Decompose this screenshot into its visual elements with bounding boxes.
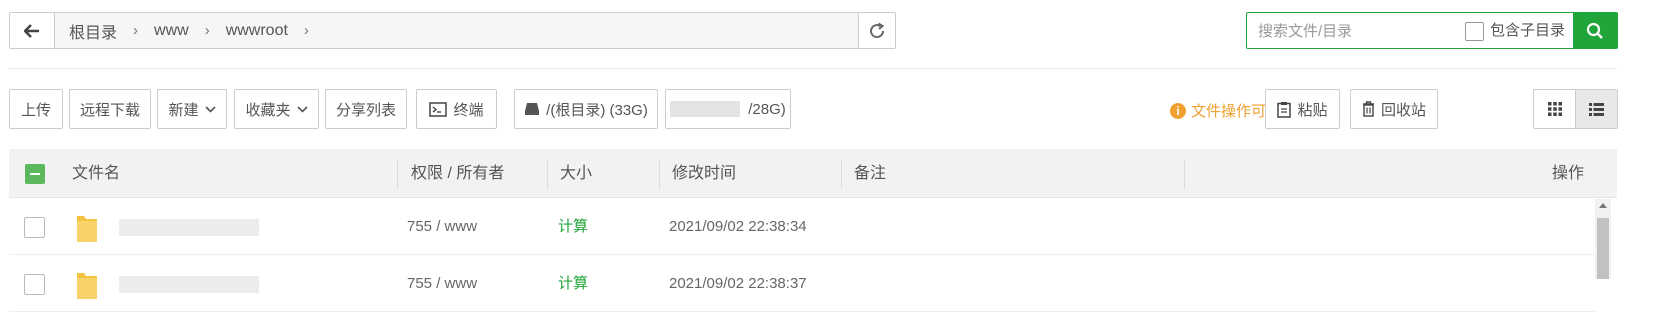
breadcrumb: 根目录 › www › wwwroot ›	[65, 13, 321, 48]
row-permission[interactable]: 755 / www	[407, 199, 477, 255]
column-divider	[547, 159, 548, 189]
disk-2-label: /28G)	[748, 100, 786, 118]
include-subdir-label: 包含子目录	[1490, 22, 1566, 39]
table-row[interactable]: 755 / www 计算 2021/09/02 22:38:34	[9, 199, 1595, 255]
column-divider	[397, 159, 398, 189]
row-modified: 2021/09/02 22:38:37	[669, 275, 807, 292]
trash-icon	[1362, 101, 1374, 117]
recycle-label: 回收站	[1380, 101, 1426, 119]
info-icon: i	[1170, 102, 1186, 119]
breadcrumb-wwwroot[interactable]: wwwroot	[222, 22, 292, 40]
search-button[interactable]	[1573, 13, 1617, 48]
arrow-left-icon	[24, 23, 39, 38]
terminal-label: 终端	[453, 101, 484, 119]
folder-icon	[77, 273, 97, 299]
paste-label: 粘贴	[1297, 101, 1328, 119]
chevron-down-icon	[296, 105, 308, 113]
breadcrumb-separator: ›	[133, 22, 139, 39]
breadcrumb-separator: ›	[303, 22, 309, 39]
select-all-checkbox[interactable]	[25, 164, 45, 184]
divider	[9, 68, 1617, 69]
favorites-label: 收藏夹	[245, 101, 291, 119]
header-note: 备注	[854, 165, 887, 182]
list-icon	[1589, 102, 1604, 116]
header-size[interactable]: 大小	[560, 149, 592, 198]
header-permission[interactable]: 权限 / 所有者	[411, 149, 504, 198]
disk-2-button[interactable]: /28G)	[665, 89, 791, 129]
favorites-dropdown-button[interactable]: 收藏夹	[234, 89, 319, 129]
refresh-button[interactable]	[858, 13, 895, 48]
breadcrumb-www[interactable]: www	[150, 22, 193, 40]
disk-root-button[interactable]: /(根目录) (33G)	[514, 89, 658, 129]
grid-view-button[interactable]	[1534, 90, 1575, 128]
new-dropdown-button[interactable]: 新建	[157, 89, 227, 129]
share-list-label: 分享列表	[335, 101, 396, 119]
row-checkbox[interactable]	[24, 217, 45, 238]
search-input[interactable]	[1247, 13, 1470, 50]
paste-button[interactable]: 粘贴	[1265, 89, 1340, 129]
indeterminate-mark	[30, 173, 40, 175]
row-permission[interactable]: 755 / www	[407, 256, 477, 312]
clipboard-icon	[1277, 101, 1292, 118]
column-divider	[841, 159, 842, 189]
table-header: 文件名 权限 / 所有者 大小 修改时间 备注 操作	[9, 149, 1617, 198]
view-mode-toggle	[1533, 89, 1618, 129]
breadcrumb-separator: ›	[204, 22, 210, 39]
redacted-file-name[interactable]	[119, 219, 259, 236]
breadcrumb-root[interactable]: 根目录	[65, 19, 121, 43]
row-size-calculate[interactable]: 计算	[558, 256, 588, 312]
scroll-up-arrow-icon[interactable]	[1599, 203, 1607, 208]
column-divider	[659, 159, 660, 189]
header-name[interactable]: 文件名	[72, 149, 120, 198]
disk-icon	[525, 103, 540, 115]
back-button[interactable]	[10, 13, 55, 48]
header-operations: 操作	[1552, 165, 1585, 182]
row-checkbox[interactable]	[24, 274, 45, 295]
list-view-button[interactable]	[1575, 90, 1617, 128]
search-box: 包含子目录	[1246, 12, 1618, 50]
vertical-scrollbar[interactable]	[1595, 199, 1611, 279]
remote-download-label: 远程下载	[79, 101, 140, 119]
search-icon	[1586, 22, 1603, 39]
path-bar: 根目录 › www › wwwroot ›	[9, 12, 896, 49]
table-row[interactable]: 755 / www 计算 2021/09/02 22:38:37	[9, 256, 1595, 312]
redacted-disk-name	[670, 101, 741, 117]
include-subdir-checkbox[interactable]	[1465, 22, 1484, 41]
upload-button[interactable]: 上传	[9, 89, 63, 129]
new-label: 新建	[168, 101, 199, 119]
upload-label: 上传	[20, 101, 51, 119]
folder-icon	[77, 216, 97, 242]
header-modified[interactable]: 修改时间	[672, 149, 736, 198]
terminal-button[interactable]: 终端	[416, 89, 497, 129]
row-size-calculate[interactable]: 计算	[558, 199, 588, 255]
share-list-button[interactable]: 分享列表	[325, 89, 407, 129]
row-modified: 2021/09/02 22:38:34	[669, 218, 807, 235]
column-divider	[1184, 159, 1185, 189]
terminal-icon	[429, 101, 448, 117]
refresh-icon	[870, 22, 885, 38]
scroll-thumb[interactable]	[1597, 218, 1609, 279]
grid-icon	[1547, 102, 1562, 116]
disk-root-label: /(根目录) (33G)	[546, 101, 648, 119]
chevron-down-icon	[204, 105, 216, 113]
remote-download-button[interactable]: 远程下载	[69, 89, 151, 129]
recycle-bin-button[interactable]: 回收站	[1350, 89, 1438, 129]
